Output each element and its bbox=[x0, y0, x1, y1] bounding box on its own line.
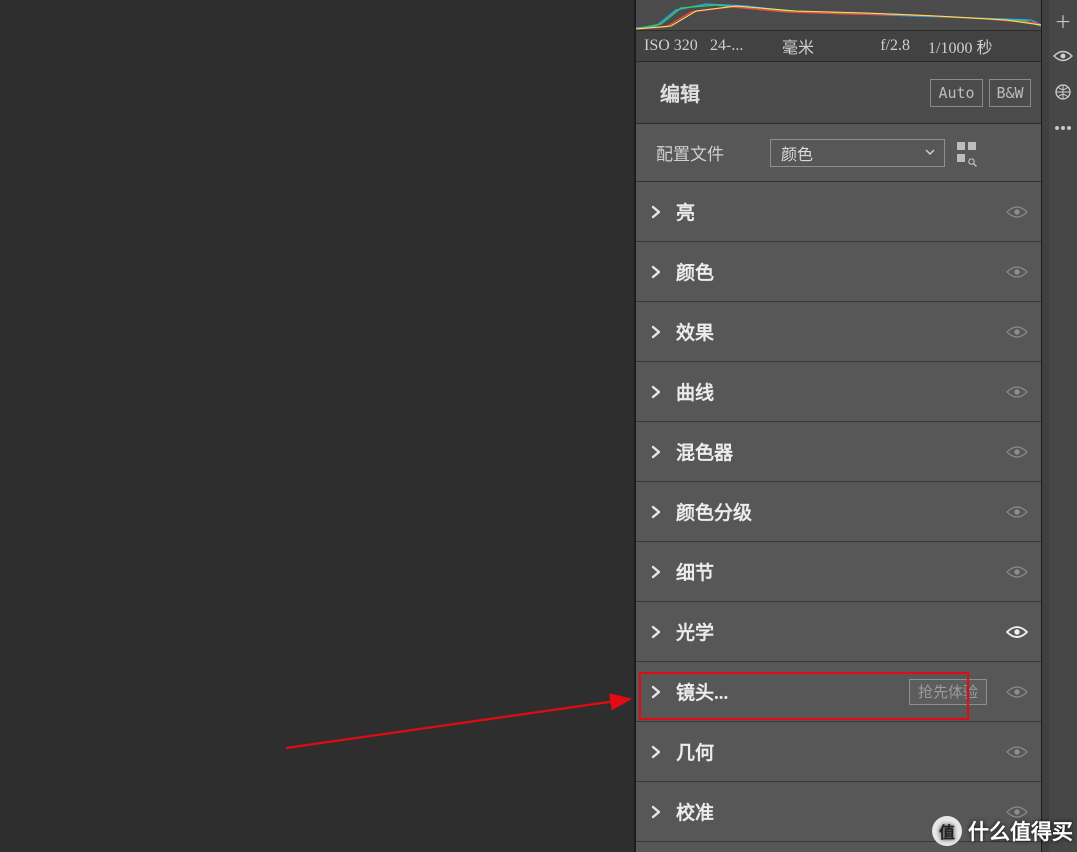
chevron-right-icon bbox=[636, 385, 676, 399]
panel-row[interactable]: 颜色分级 bbox=[636, 482, 1041, 542]
eye-icon[interactable] bbox=[993, 265, 1041, 279]
watermark-badge: 值 bbox=[932, 816, 962, 846]
chevron-right-icon bbox=[636, 685, 676, 699]
profile-select[interactable]: 颜色 bbox=[770, 139, 945, 167]
panel-label: 细节 bbox=[676, 558, 993, 585]
eye-icon[interactable] bbox=[993, 565, 1041, 579]
chevron-right-icon bbox=[636, 625, 676, 639]
more-tool-icon[interactable] bbox=[1049, 110, 1077, 146]
metadata-row: ISO 320 24-... 毫米 f/2.8 1/1000 秒 bbox=[636, 30, 1041, 62]
panel-row[interactable]: 效果 bbox=[636, 302, 1041, 362]
globe-tool-icon[interactable] bbox=[1049, 74, 1077, 110]
mm-label: 毫米 bbox=[782, 34, 852, 58]
focal-length-value: 24-... bbox=[710, 37, 782, 55]
auto-button-label: Auto bbox=[938, 84, 974, 102]
chevron-right-icon bbox=[636, 805, 676, 819]
eye-icon[interactable] bbox=[993, 625, 1041, 639]
auto-button[interactable]: Auto bbox=[930, 79, 983, 107]
profile-selected-value: 颜色 bbox=[781, 141, 813, 165]
tool-rail: ＋ bbox=[1049, 0, 1077, 852]
panel-label: 曲线 bbox=[676, 378, 993, 405]
profile-grid-icon[interactable] bbox=[957, 142, 985, 164]
panel-label: 颜色 bbox=[676, 258, 993, 285]
chevron-down-icon bbox=[924, 146, 936, 158]
eye-icon[interactable] bbox=[993, 745, 1041, 759]
chevron-right-icon bbox=[636, 505, 676, 519]
panel-row[interactable]: 镜头...抢先体验 bbox=[636, 662, 1041, 722]
aperture-value: f/2.8 bbox=[852, 37, 928, 55]
panels-list: 亮颜色效果曲线混色器颜色分级细节光学镜头...抢先体验几何校准 bbox=[636, 182, 1041, 842]
shutter-value: 1/1000 秒 bbox=[928, 34, 1033, 58]
eye-icon[interactable] bbox=[993, 685, 1041, 699]
panel-label: 镜头... bbox=[676, 678, 909, 705]
panel-row[interactable]: 亮 bbox=[636, 182, 1041, 242]
bw-button-label: B&W bbox=[996, 84, 1023, 102]
eye-icon[interactable] bbox=[993, 325, 1041, 339]
panel-row[interactable]: 混色器 bbox=[636, 422, 1041, 482]
edit-header: 编辑 Auto B&W bbox=[636, 62, 1041, 124]
panel-row[interactable]: 颜色 bbox=[636, 242, 1041, 302]
edit-title: 编辑 bbox=[636, 78, 930, 107]
bw-button[interactable]: B&W bbox=[989, 79, 1031, 107]
iso-value: ISO 320 bbox=[636, 37, 710, 55]
profile-row: 配置文件 颜色 bbox=[636, 124, 1041, 182]
panel-row[interactable]: 光学 bbox=[636, 602, 1041, 662]
panel-row[interactable]: 细节 bbox=[636, 542, 1041, 602]
eye-tool-icon[interactable] bbox=[1049, 38, 1077, 74]
panel-label: 亮 bbox=[676, 198, 993, 225]
chevron-right-icon bbox=[636, 325, 676, 339]
panel-label: 混色器 bbox=[676, 438, 993, 465]
histogram[interactable] bbox=[636, 0, 1041, 30]
chevron-right-icon bbox=[636, 565, 676, 579]
panel-row[interactable]: 曲线 bbox=[636, 362, 1041, 422]
eye-icon[interactable] bbox=[993, 385, 1041, 399]
chevron-right-icon bbox=[636, 745, 676, 759]
eye-icon[interactable] bbox=[993, 505, 1041, 519]
panel-row[interactable]: 几何 bbox=[636, 722, 1041, 782]
eye-icon[interactable] bbox=[993, 445, 1041, 459]
right-rail-separator bbox=[1041, 0, 1049, 852]
panel-label: 几何 bbox=[676, 738, 993, 765]
watermark-text: 什么值得买 bbox=[968, 816, 1073, 846]
chevron-right-icon bbox=[636, 205, 676, 219]
add-tool-icon[interactable]: ＋ bbox=[1049, 2, 1077, 38]
chevron-right-icon bbox=[636, 445, 676, 459]
profile-label: 配置文件 bbox=[636, 140, 770, 165]
watermark: 值 什么值得买 bbox=[932, 816, 1073, 846]
eye-icon[interactable] bbox=[993, 205, 1041, 219]
canvas-area bbox=[0, 0, 634, 852]
panel-label: 效果 bbox=[676, 318, 993, 345]
chevron-right-icon bbox=[636, 265, 676, 279]
panel-label: 光学 bbox=[676, 618, 993, 645]
panel-label: 颜色分级 bbox=[676, 498, 993, 525]
early-access-badge: 抢先体验 bbox=[909, 679, 987, 705]
